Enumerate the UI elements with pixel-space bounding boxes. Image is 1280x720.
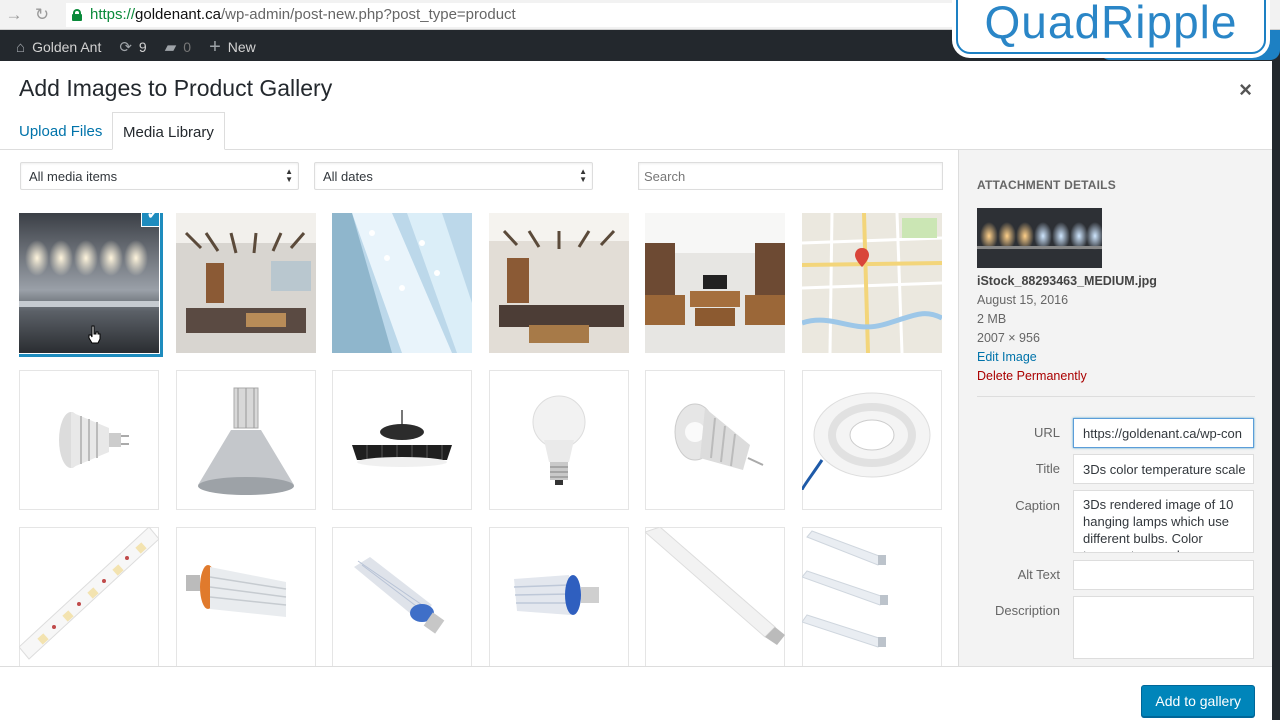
url-field[interactable]: https://goldenant.ca/wp-con (1073, 418, 1254, 448)
media-modal: Add Images to Product Gallery × Upload F… (0, 61, 1272, 720)
attachment-date: August 15, 2016 (977, 293, 1069, 307)
comments-item[interactable]: ▰ 0 (165, 38, 191, 56)
attachment-thumb[interactable] (645, 213, 785, 353)
caption-field[interactable]: 3Ds rendered image of 10 hanging lamps w… (1073, 490, 1254, 553)
date-filter-value: All dates (323, 169, 373, 184)
attachment-thumb[interactable] (332, 527, 472, 667)
edit-image-link[interactable]: Edit Image (977, 350, 1037, 364)
divider (977, 396, 1255, 397)
updates-icon: ⟳ (119, 39, 132, 56)
map (802, 213, 942, 353)
attachment-thumb[interactable] (176, 527, 316, 667)
ceiling-lights-photo (332, 213, 472, 353)
attachment-thumb[interactable] (489, 213, 629, 353)
attachment-thumb[interactable] (802, 370, 942, 510)
caption-label: Caption (1015, 498, 1060, 513)
modal-tabs: Upload Files Media Library (0, 112, 1272, 150)
attachment-details-heading: Attachment Details (977, 178, 1116, 192)
hand-cursor-icon (88, 325, 101, 344)
corn-bulb-blue (354, 557, 445, 634)
media-type-filter[interactable]: All media items ▲ ▼ (20, 162, 299, 190)
title-field[interactable]: 3Ds color temperature scale (1073, 454, 1254, 484)
t8-tubes (802, 530, 888, 648)
office-lounge-photo-2 (489, 213, 629, 353)
comments-count: 0 (183, 39, 192, 55)
attachment-thumb[interactable] (645, 370, 785, 510)
date-filter[interactable]: All dates ▲ ▼ (314, 162, 593, 190)
home-icon: ⌂ (16, 38, 26, 56)
media-type-value: All media items (29, 169, 118, 184)
forward-icon[interactable]: → (0, 3, 28, 27)
high-bay-light (198, 387, 294, 495)
attachment-thumb[interactable] (802, 213, 942, 353)
comment-icon: ▰ (164, 39, 177, 56)
attachment-thumb[interactable] (176, 213, 316, 353)
attachment-preview (977, 208, 1102, 268)
updates-item[interactable]: ⟳ 9 (119, 38, 146, 56)
media-search-input[interactable]: Search (638, 162, 943, 190)
attachment-thumb[interactable] (802, 527, 942, 667)
attachment-thumb[interactable] (176, 370, 316, 510)
select-arrows-icon: ▲ ▼ (579, 167, 587, 184)
a19-bulb (532, 395, 586, 485)
url-label: URL (1033, 425, 1060, 440)
lock-icon (72, 8, 82, 21)
delete-permanently-link[interactable]: Delete Permanently (977, 369, 1087, 383)
led-strip (19, 527, 159, 660)
alt-text-field[interactable] (1073, 560, 1254, 590)
url-host: goldenant.ca (135, 6, 221, 23)
room-sofas-photo (645, 213, 785, 353)
t8-tube (645, 527, 785, 645)
add-to-gallery-button[interactable]: Add to gallery (1141, 685, 1255, 717)
attachment-thumb[interactable] (645, 527, 785, 667)
url-path: /wp-admin/post-new.php?post_type=product (220, 6, 516, 23)
close-icon[interactable]: × (1239, 77, 1252, 103)
mr16-bulb (59, 412, 129, 468)
new-label: New (227, 39, 256, 55)
attachment-thumb[interactable] (489, 527, 629, 667)
description-label: Description (994, 603, 1060, 618)
modal-footer: Add to gallery (0, 666, 1272, 720)
attachment-filename: iStock_88293463_MEDIUM.jpg (977, 274, 1157, 288)
media-grid: ✔ (19, 213, 943, 673)
attachment-dimensions: 2007 × 956 (977, 331, 1040, 345)
address-bar[interactable]: https://goldenant.ca/wp-admin/post-new.p… (66, 2, 966, 27)
checkmark-icon[interactable]: ✔ (141, 213, 159, 227)
attachment-details-panel: Attachment Details iStock_88293463_MEDIU… (958, 150, 1272, 666)
attachment-thumb[interactable] (332, 213, 472, 353)
attachment-thumb[interactable] (19, 370, 159, 510)
attachment-filesize: 2 MB (977, 312, 1007, 326)
attachment-thumb[interactable] (19, 527, 159, 667)
title-label: Title (1035, 461, 1060, 476)
alt-text-label: Alt Text (1017, 567, 1060, 582)
mr16-bulb-2 (674, 403, 764, 470)
attachment-thumb[interactable] (489, 370, 629, 510)
corn-bulb-blue-2 (513, 575, 599, 615)
description-field[interactable] (1073, 596, 1254, 659)
tab-upload-files[interactable]: Upload Files (9, 112, 112, 150)
url-scheme: https:// (90, 6, 136, 23)
new-content-item[interactable]: + New (209, 36, 256, 59)
attachment-thumb[interactable] (332, 370, 472, 510)
corn-bulb-orange (186, 565, 287, 617)
updates-count: 9 (138, 39, 147, 55)
tab-media-library[interactable]: Media Library (112, 112, 225, 150)
reload-icon[interactable]: ↻ (28, 3, 56, 27)
ufo-high-bay (352, 410, 452, 467)
modal-title: Add Images to Product Gallery (19, 75, 333, 101)
plus-icon: + (209, 35, 221, 58)
site-name: Golden Ant (32, 39, 102, 55)
site-name-item[interactable]: ⌂ Golden Ant (16, 39, 101, 56)
page-scrollbar[interactable] (1272, 61, 1280, 720)
office-lounge-photo (176, 213, 316, 353)
select-arrows-icon: ▲ ▼ (285, 167, 293, 184)
led-strip-reel (802, 392, 931, 491)
brand-logo: QuadRipple (956, 0, 1266, 54)
